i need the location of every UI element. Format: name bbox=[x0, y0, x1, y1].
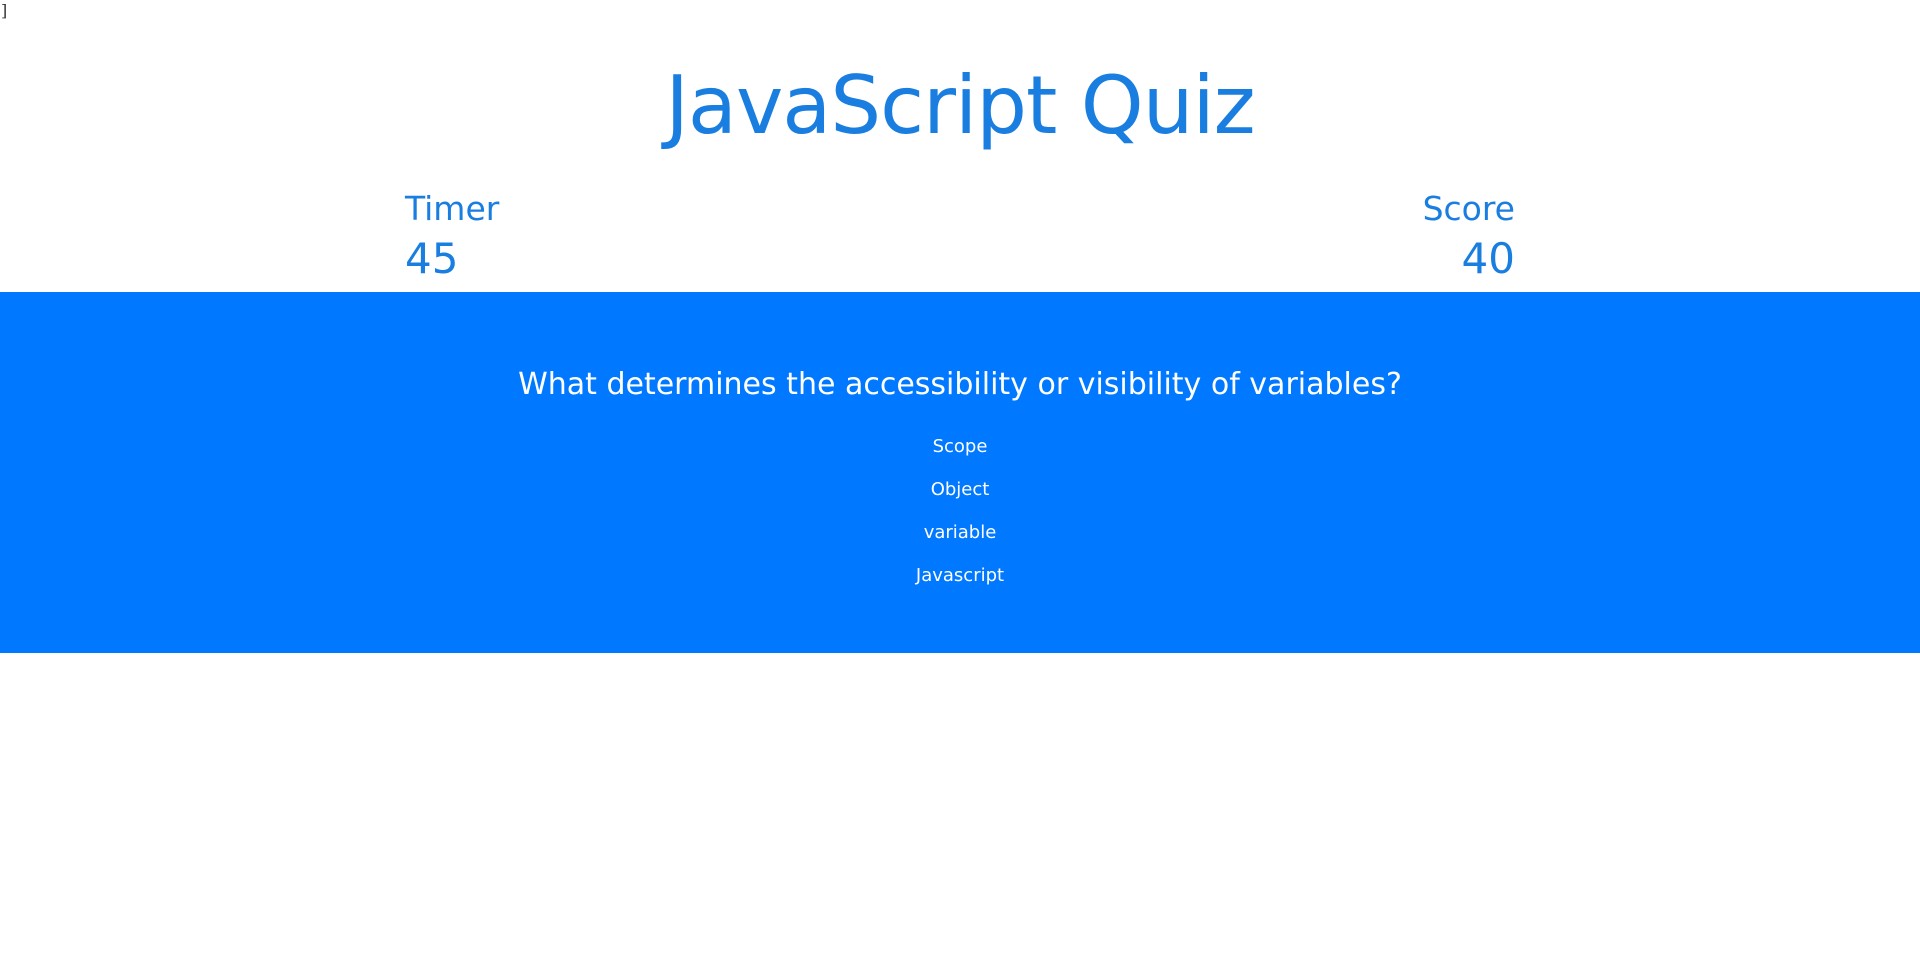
question-panel: What determines the accessibility or vis… bbox=[0, 292, 1920, 653]
score-value: 40 bbox=[1461, 234, 1515, 283]
answer-choice-object[interactable]: Object bbox=[0, 468, 1920, 511]
answer-choice-scope[interactable]: Scope bbox=[0, 425, 1920, 468]
score-panel: Score 40 bbox=[1315, 186, 1515, 286]
timer-panel: Timer 45 bbox=[405, 186, 605, 286]
answer-choices: Scope Object variable Javascript bbox=[0, 425, 1920, 597]
score-label: Score bbox=[1422, 189, 1515, 228]
answer-choice-variable[interactable]: variable bbox=[0, 511, 1920, 554]
answer-choice-javascript[interactable]: Javascript bbox=[0, 554, 1920, 597]
timer-label: Timer bbox=[405, 189, 500, 228]
stray-bracket-text: ] bbox=[1, 1, 8, 20]
page-title: JavaScript Quiz bbox=[665, 59, 1255, 152]
question-text: What determines the accessibility or vis… bbox=[518, 367, 1402, 402]
timer-value: 45 bbox=[405, 234, 459, 283]
